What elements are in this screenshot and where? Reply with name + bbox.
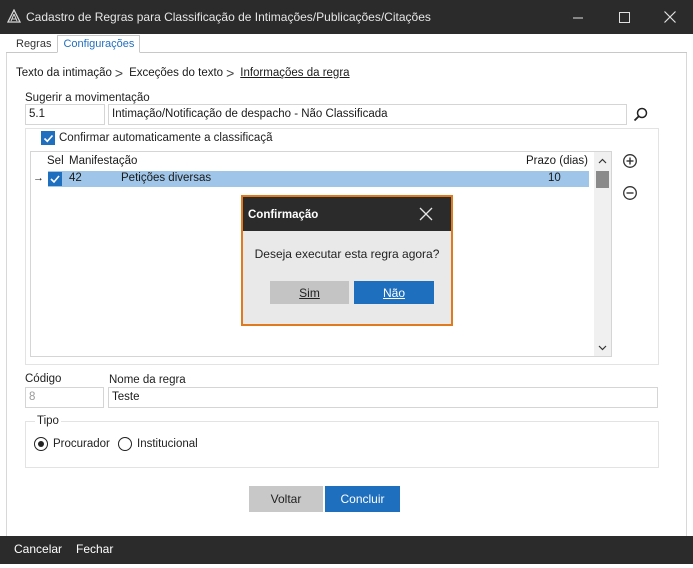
- add-circle-icon[interactable]: [622, 153, 638, 169]
- radio-procurador[interactable]: [34, 437, 48, 451]
- table-row[interactable]: 42 Petições diversas 10: [48, 171, 589, 187]
- tipo-label: Tipo: [35, 415, 61, 427]
- breadcrumb-step-excecoes[interactable]: Exceções do texto: [129, 67, 223, 79]
- tab-regras[interactable]: Regras: [10, 35, 57, 53]
- dialog-title: Confirmação: [248, 209, 319, 221]
- breadcrumb: Texto da intimação > Exceções do texto >…: [16, 65, 350, 81]
- search-icon[interactable]: [632, 106, 650, 124]
- nome-regra-label: Nome da regra: [109, 374, 186, 386]
- scroll-thumb[interactable]: [596, 171, 609, 188]
- tab-strip: Regras Configurações: [10, 35, 141, 53]
- codigo-field[interactable]: 8: [25, 387, 104, 408]
- checkmark-icon: [50, 175, 60, 184]
- dialog-title-bar: Confirmação: [243, 197, 451, 231]
- remove-circle-icon[interactable]: [622, 185, 638, 201]
- grid-scrollbar[interactable]: [594, 152, 611, 356]
- maximize-button[interactable]: [601, 0, 647, 34]
- app-logo-icon: [7, 9, 21, 23]
- sim-label: Sim: [299, 285, 320, 300]
- column-header-prazo[interactable]: Prazo (dias): [526, 155, 588, 167]
- row-name: Petições diversas: [121, 172, 212, 184]
- nao-button[interactable]: Não: [354, 281, 434, 304]
- cancelar-link[interactable]: Cancelar: [14, 542, 62, 556]
- window-bottom-edge: [0, 564, 693, 568]
- checkmark-icon: [43, 134, 54, 143]
- scroll-up-button[interactable]: [594, 152, 611, 169]
- confirmation-dialog: Confirmação Deseja executar esta regra a…: [241, 195, 453, 326]
- cancelar-text: Cancelar: [14, 542, 63, 556]
- radio-institucional[interactable]: [118, 437, 132, 451]
- auto-confirm-label: Confirmar automaticamente a classificaçã…: [59, 132, 273, 144]
- tab-configuracoes[interactable]: Configurações: [57, 35, 141, 53]
- voltar-button[interactable]: Voltar: [249, 486, 323, 512]
- close-icon[interactable]: [419, 207, 433, 221]
- title-bar: Cadastro de Regras para Classificação de…: [0, 0, 693, 34]
- breadcrumb-step-texto[interactable]: Texto da intimação: [16, 67, 112, 79]
- window-title: Cadastro de Regras para Classificação de…: [26, 10, 431, 24]
- procurador-label: Procurador: [53, 438, 110, 450]
- dialog-message: Deseja executar esta regra agora?: [254, 247, 440, 261]
- codigo-label: Código: [25, 373, 62, 385]
- minimize-button[interactable]: [555, 0, 601, 34]
- fechar-link[interactable]: Fechar: [76, 542, 113, 556]
- row-select-checkbox[interactable]: [48, 172, 62, 186]
- close-icon: [664, 11, 676, 23]
- column-header-manifestacao[interactable]: Manifestação: [69, 155, 137, 167]
- chevron-up-icon: [598, 158, 607, 163]
- breadcrumb-step-informacoes[interactable]: Informações da regra: [240, 67, 349, 79]
- row-code: 42: [69, 172, 82, 184]
- nome-regra-field[interactable]: Teste: [108, 387, 658, 408]
- grid-header: Sel Manifestação Prazo (dias): [31, 152, 594, 170]
- status-bar: Cancelar Fechar: [0, 536, 693, 564]
- sim-button[interactable]: Sim: [270, 281, 349, 304]
- movement-description-field[interactable]: Intimação/Notificação de despacho - Não …: [108, 104, 627, 125]
- nao-label: Não: [382, 285, 405, 300]
- auto-confirm-checkbox[interactable]: [41, 131, 55, 145]
- minimize-icon: [572, 17, 583, 18]
- scroll-down-button[interactable]: [594, 339, 611, 356]
- fechar-text: Fechar: [76, 542, 114, 556]
- maximize-icon: [618, 11, 630, 23]
- row-pointer-icon: →: [33, 172, 44, 184]
- breadcrumb-separator: >: [114, 65, 124, 81]
- row-prazo: 10: [548, 172, 561, 184]
- breadcrumb-separator: >: [226, 65, 235, 81]
- movement-label: Sugerir a movimentação: [25, 92, 150, 104]
- institucional-label: Institucional: [137, 438, 198, 450]
- movement-code-field[interactable]: 5.1: [25, 104, 105, 125]
- column-header-sel[interactable]: Sel: [47, 155, 64, 167]
- close-button[interactable]: [647, 0, 693, 34]
- concluir-button[interactable]: Concluir: [325, 486, 400, 512]
- chevron-down-icon: [598, 345, 607, 350]
